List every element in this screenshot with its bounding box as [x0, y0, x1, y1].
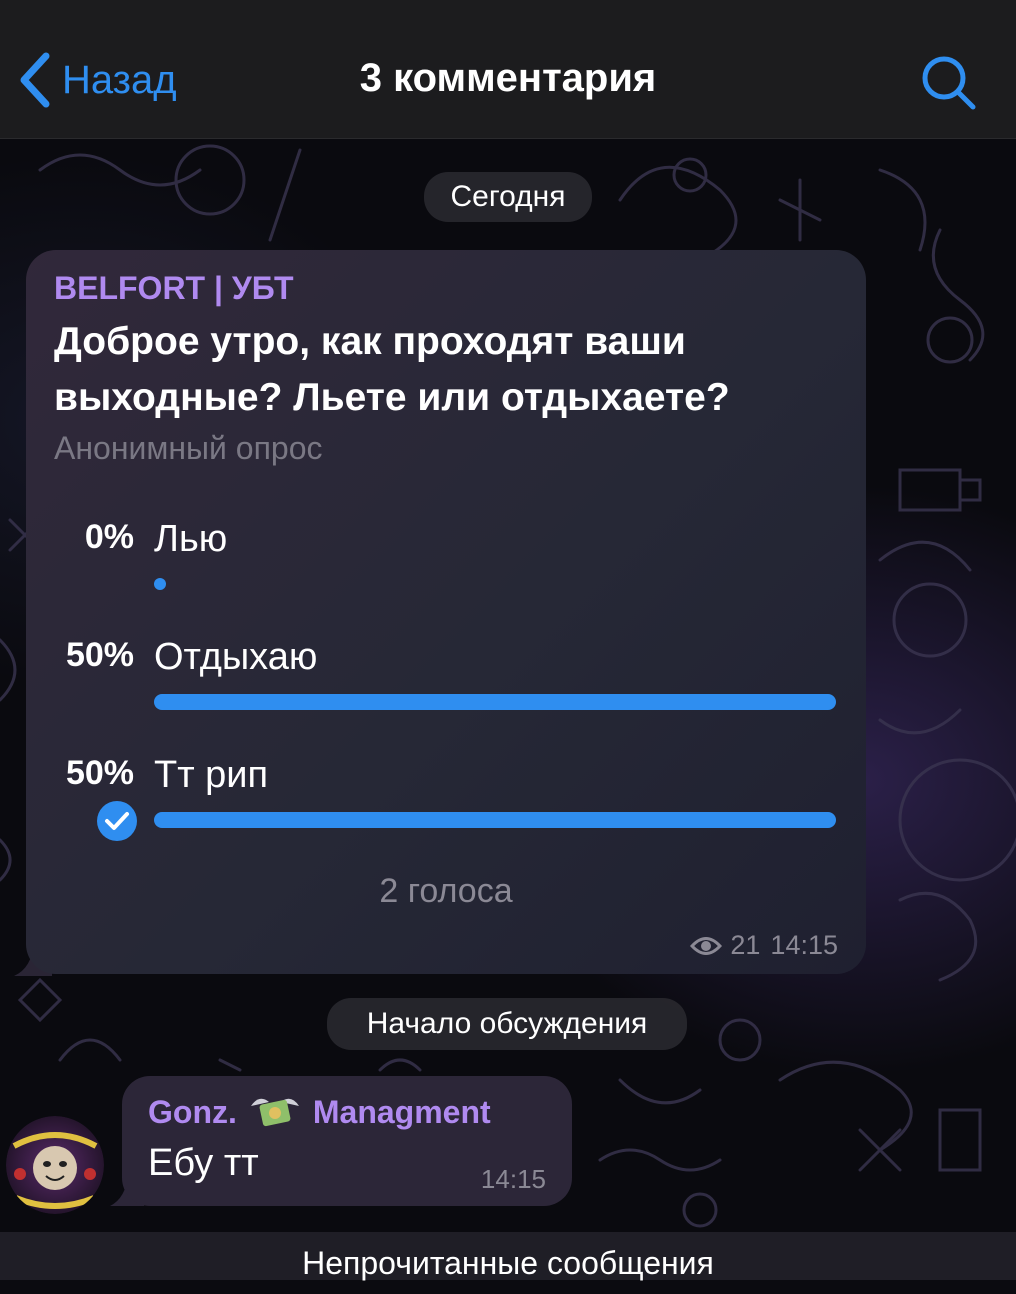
checkmark-icon [97, 801, 137, 841]
unread-messages-label: Непрочитанные сообщения [302, 1245, 714, 1281]
unread-messages-bar: Непрочитанные сообщения [0, 1232, 1016, 1281]
page-title: 3 комментария [359, 56, 657, 100]
message-meta: 21 14:15 [690, 930, 838, 961]
poll-option[interactable]: 0% Лью [26, 518, 866, 618]
comment-text: Ебу тт [148, 1142, 259, 1184]
poll-option-label: Тт рип [154, 754, 269, 796]
message-time: 14:15 [770, 930, 838, 960]
search-button[interactable] [920, 54, 978, 117]
poll-option-selected[interactable]: 50% Тт рип [26, 754, 866, 854]
poll-option-percent: 0% [84, 518, 134, 556]
date-separator: Сегодня [424, 172, 592, 222]
poll-option-label: Лью [154, 518, 228, 560]
poll-type-label: Анонимный опрос [54, 430, 323, 466]
channel-name[interactable]: BELFORT | УБТ [54, 270, 293, 307]
poll-option-label: Отдыхаю [154, 636, 318, 678]
sender-title: Managment [312, 1093, 491, 1130]
view-count: 21 [730, 930, 761, 960]
money-with-wings-icon [250, 1098, 299, 1127]
comment-time: 14:15 [480, 1164, 546, 1194]
comment-sender[interactable]: Gonz. Managment [148, 1092, 491, 1132]
back-button[interactable]: Назад [18, 52, 177, 108]
top-navigation-bar: Назад 3 комментария [0, 0, 1016, 139]
poll-option[interactable]: 50% Отдыхаю [26, 636, 866, 736]
poll-question: Доброе утро, как проходят ваши выходные?… [54, 320, 730, 419]
discussion-start-separator: Начало обсуждения [327, 998, 687, 1050]
comment-message[interactable]: Gonz. Managment Ебу тт 14:15 [122, 1076, 572, 1206]
poll-option-bar [154, 812, 836, 828]
poll-option-bar [154, 578, 166, 590]
poll-option-bar [154, 694, 836, 710]
poll-message[interactable]: BELFORT | УБТ Доброе утро, как проходят … [26, 250, 866, 974]
poll-option-percent: 50% [65, 754, 134, 792]
chevron-left-icon [20, 52, 50, 108]
poll-option-percent: 50% [65, 636, 134, 674]
vote-count[interactable]: 2 голоса [26, 872, 866, 911]
sender-name: Gonz. [148, 1093, 237, 1130]
eye-icon [690, 936, 723, 955]
search-icon [922, 56, 976, 110]
back-button-label: Назад [62, 57, 177, 102]
avatar[interactable] [6, 1116, 104, 1214]
